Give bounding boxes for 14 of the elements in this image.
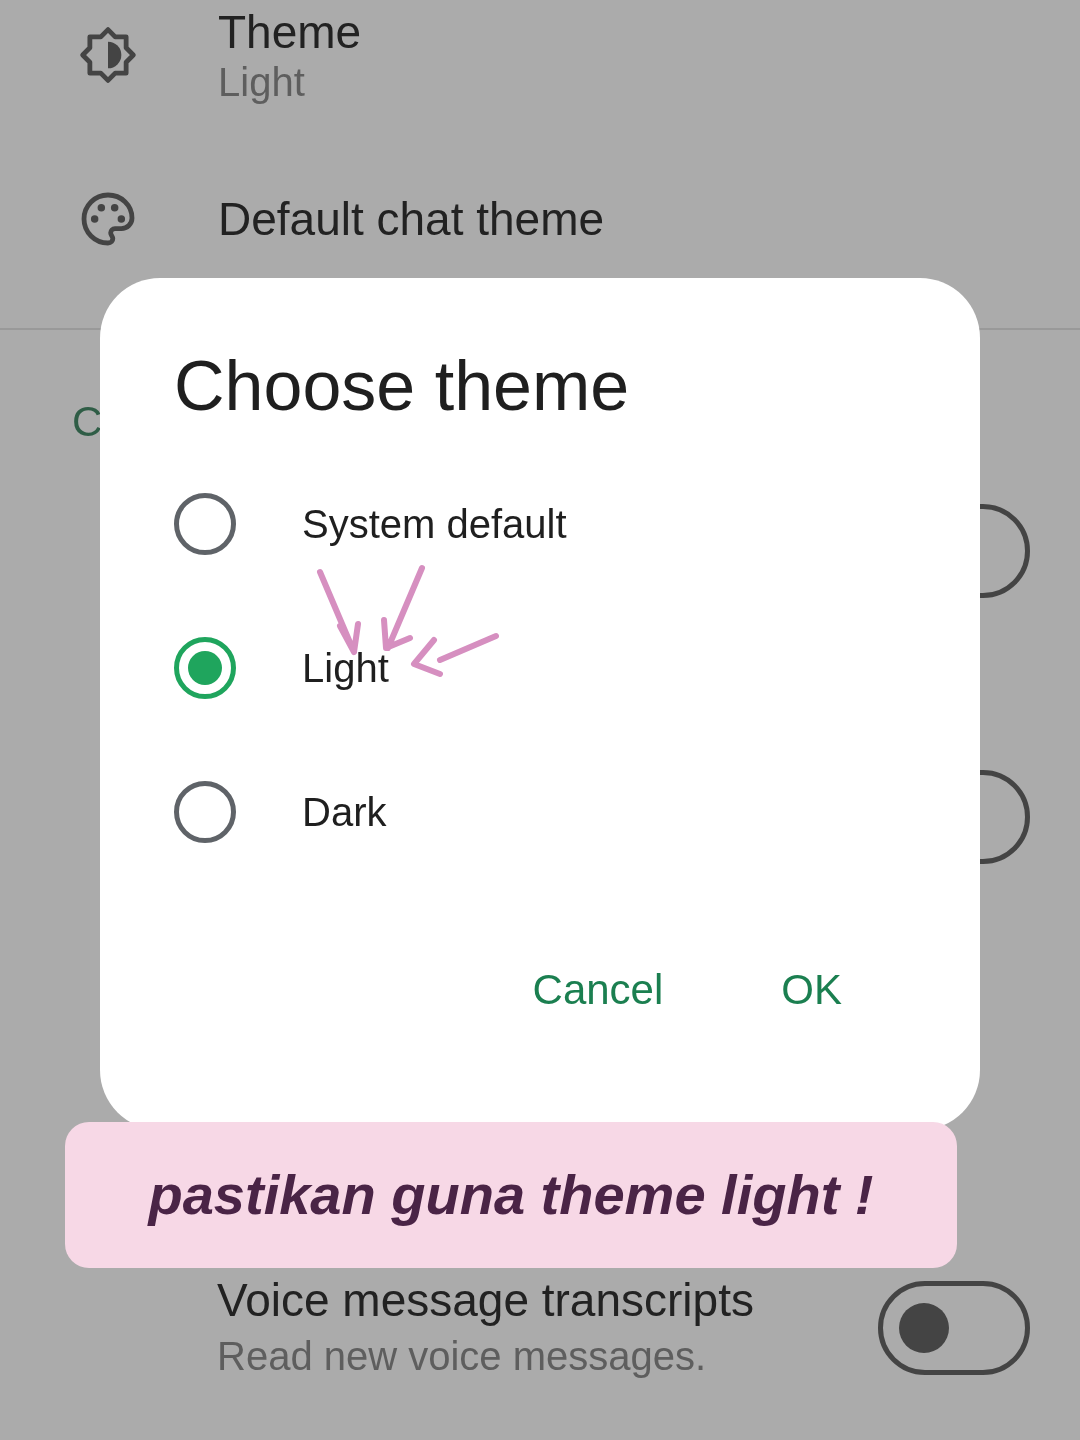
- section-header: C: [72, 398, 104, 446]
- toggle-switch[interactable]: [878, 1281, 1030, 1375]
- caption-text: pastikan guna theme light !: [148, 1162, 874, 1228]
- radio-option[interactable]: Light: [174, 632, 842, 704]
- setting-title: Default chat theme: [218, 192, 605, 246]
- setting-description: Read new voice messages.: [217, 1333, 708, 1380]
- dialog-button[interactable]: OK: [781, 966, 842, 1014]
- setting-title: Theme: [218, 5, 362, 59]
- radio-option[interactable]: System default: [174, 488, 842, 560]
- dialog-title: Choose theme: [174, 346, 631, 426]
- setting-value: Light: [218, 59, 306, 105]
- setting-title: Voice message transcripts: [217, 1273, 755, 1328]
- radio-option[interactable]: Dark: [174, 776, 842, 848]
- dialog-button[interactable]: Cancel: [532, 966, 664, 1014]
